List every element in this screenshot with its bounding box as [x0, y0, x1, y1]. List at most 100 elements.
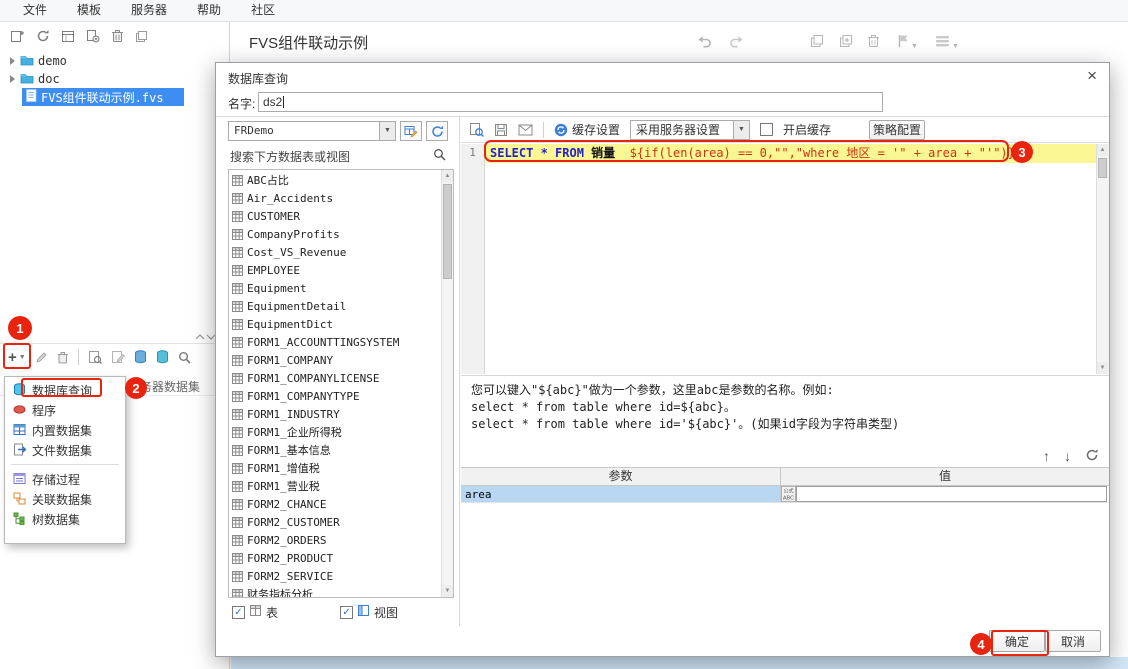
- table-list-item[interactable]: FORM1_COMPANY: [229, 351, 441, 369]
- menu-item[interactable]: 服务器: [116, 0, 182, 21]
- name-input[interactable]: ds2: [258, 92, 883, 112]
- expand-arrow-icon[interactable]: [10, 57, 15, 65]
- sql-code-line[interactable]: SELECT * FROM 销量 ${if(len(area) == 0,"",…: [486, 144, 1096, 163]
- menu-item[interactable]: 帮助: [182, 0, 236, 21]
- import-sql-icon[interactable]: [518, 124, 533, 136]
- table-list-item[interactable]: FORM2_PRODUCT: [229, 549, 441, 567]
- scrollbar-thumb[interactable]: [1098, 158, 1107, 178]
- table-checkbox[interactable]: ✓: [232, 605, 245, 619]
- table-list-item[interactable]: FORM1_企业所得税: [229, 423, 441, 441]
- view-checkbox[interactable]: ✓: [340, 605, 354, 619]
- preview-icon[interactable]: [61, 30, 75, 43]
- param-name-cell[interactable]: area: [461, 486, 781, 502]
- expand-arrow-icon[interactable]: [10, 75, 15, 83]
- connection-select[interactable]: FRDemo ▼: [228, 121, 396, 141]
- move-down-icon[interactable]: ↓: [1064, 448, 1071, 464]
- refresh-icon[interactable]: [36, 29, 50, 43]
- value-type-icon[interactable]: 公式 ABC: [781, 486, 796, 502]
- scroll-up-icon[interactable]: ▲: [442, 170, 453, 182]
- delete-component-icon[interactable]: [867, 34, 880, 51]
- table-list-item[interactable]: CompanyProfits: [229, 225, 441, 243]
- dataset-menu-item[interactable]: 树数据集: [5, 509, 125, 529]
- new-template-icon[interactable]: [10, 29, 25, 43]
- table-list-item[interactable]: FORM1_ACCOUNTTINGSYSTEM: [229, 333, 441, 351]
- scrollbar-thumb[interactable]: [443, 184, 452, 279]
- table-list-item[interactable]: EquipmentDetail: [229, 297, 441, 315]
- table-list-item[interactable]: FORM2_CHANCE: [229, 495, 441, 513]
- dataset-menu-item[interactable]: 文件数据集: [5, 440, 125, 460]
- table-list-item[interactable]: Cost_VS_Revenue: [229, 243, 441, 261]
- table-search-input[interactable]: 搜索下方数据表或视图: [228, 145, 454, 165]
- tree-folder-item[interactable]: demo: [0, 52, 229, 70]
- menu-item[interactable]: 模板: [62, 0, 116, 21]
- table-list-item[interactable]: FORM1_基本信息: [229, 441, 441, 459]
- strategy-config-button[interactable]: 策略配置: [869, 119, 926, 140]
- dataset-type-icon: [13, 472, 27, 486]
- dataset-menu-item[interactable]: 数据库查询: [5, 380, 125, 400]
- table-list-item[interactable]: 财务指标分析: [229, 585, 441, 597]
- flag-dropdown-icon[interactable]: ▼: [897, 34, 918, 51]
- table-list-item[interactable]: Equipment: [229, 279, 441, 297]
- table-list-item[interactable]: FORM1_COMPANYLICENSE: [229, 369, 441, 387]
- table-list-item[interactable]: FORM1_INDUSTRY: [229, 405, 441, 423]
- dataset-menu-item[interactable]: 内置数据集: [5, 420, 125, 440]
- dataset-type-icon: [13, 423, 27, 437]
- search-dataset-icon[interactable]: [178, 351, 191, 364]
- scroll-up-icon[interactable]: ▲: [1097, 144, 1108, 156]
- refresh-connection-button[interactable]: [426, 121, 448, 141]
- table-list-item[interactable]: FORM2_CUSTOMER: [229, 513, 441, 531]
- table-list-item[interactable]: EquipmentDict: [229, 315, 441, 333]
- menu-item[interactable]: 文件: [8, 0, 62, 21]
- dataset-menu-item[interactable]: 关联数据集: [5, 489, 125, 509]
- move-up-icon[interactable]: ↑: [1043, 448, 1050, 464]
- ok-button[interactable]: 确定: [989, 630, 1045, 652]
- table-list-item[interactable]: FORM2_SERVICE: [229, 567, 441, 585]
- copy-icon[interactable]: [135, 30, 148, 43]
- table-list-item[interactable]: EMPLOYEE: [229, 261, 441, 279]
- paste-component-icon[interactable]: [839, 34, 853, 51]
- tree-folder-item[interactable]: doc: [0, 70, 229, 88]
- table-list-item[interactable]: FORM2_ORDERS: [229, 531, 441, 549]
- delete-icon[interactable]: [111, 29, 124, 43]
- sql-editor[interactable]: 1 SELECT * FROM 销量 ${if(len(area) == 0,"…: [461, 144, 1109, 374]
- dataset-menu-item[interactable]: 程序: [5, 400, 125, 420]
- save-sql-icon[interactable]: [494, 123, 508, 137]
- edit-connection-button[interactable]: [400, 121, 422, 141]
- tree-file-selected[interactable]: FVS组件联动示例.fvs: [22, 88, 184, 106]
- param-value-input[interactable]: [796, 486, 1107, 502]
- menu-item[interactable]: 社区: [236, 0, 290, 21]
- table-list-item[interactable]: FORM1_COMPANYTYPE: [229, 387, 441, 405]
- table-list-item[interactable]: FORM1_营业税: [229, 477, 441, 495]
- scroll-down-icon[interactable]: ▼: [1097, 362, 1108, 374]
- add-dataset-button[interactable]: + ▼: [8, 349, 26, 366]
- rename-dataset-icon[interactable]: [111, 350, 125, 364]
- layers-dropdown-icon[interactable]: ▼: [935, 34, 959, 51]
- template-settings-icon[interactable]: [86, 29, 100, 43]
- table-list-item[interactable]: ABC占比: [229, 171, 441, 189]
- table-list-item[interactable]: CUSTOMER: [229, 207, 441, 225]
- copy-component-icon[interactable]: [810, 34, 824, 51]
- sql-scrollbar[interactable]: ▲ ▼: [1096, 144, 1109, 374]
- table-icon: [232, 588, 243, 597]
- cache-mode-select[interactable]: 采用服务器设置 ▼: [630, 119, 751, 140]
- page-title: FVS组件联动示例: [249, 35, 369, 52]
- cancel-button[interactable]: 取消: [1045, 630, 1101, 652]
- preview-sql-icon[interactable]: [469, 122, 484, 137]
- delete-dataset-icon[interactable]: [57, 351, 69, 364]
- close-icon[interactable]: ×: [1087, 66, 1097, 86]
- table-list-scrollbar[interactable]: ▲ ▼: [441, 170, 453, 597]
- server-database-icon[interactable]: [156, 350, 169, 364]
- table-list-item[interactable]: FORM1_增值税: [229, 459, 441, 477]
- database-connection-icon[interactable]: [134, 350, 147, 364]
- redo-icon[interactable]: [729, 34, 746, 51]
- enable-cache-checkbox[interactable]: [760, 123, 774, 136]
- panel-splitter[interactable]: [0, 330, 229, 344]
- preview-dataset-icon[interactable]: [88, 350, 102, 364]
- table-list-item[interactable]: Air_Accidents: [229, 189, 441, 207]
- undo-icon[interactable]: [695, 34, 712, 51]
- cache-settings-button[interactable]: 缓存设置: [554, 121, 620, 138]
- refresh-params-icon[interactable]: [1085, 448, 1099, 465]
- edit-dataset-icon[interactable]: [35, 351, 48, 364]
- dataset-menu-item[interactable]: 存储过程: [5, 469, 125, 489]
- scroll-down-icon[interactable]: ▼: [442, 585, 453, 597]
